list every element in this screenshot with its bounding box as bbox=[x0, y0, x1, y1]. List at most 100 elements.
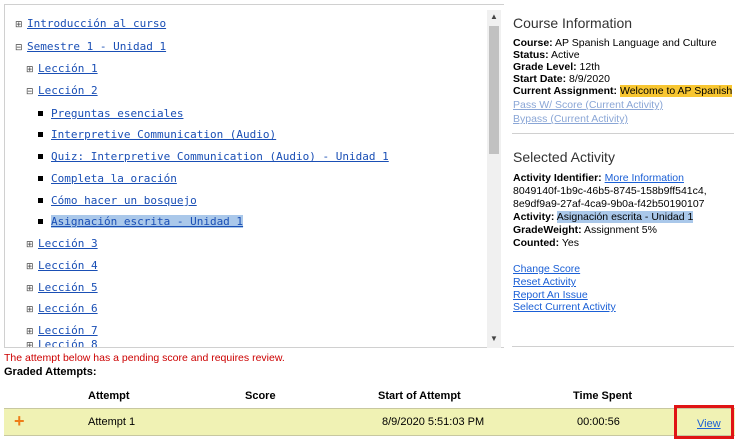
activity-label: Activity: bbox=[513, 211, 555, 223]
header-start-of-attempt: Start of Attempt bbox=[378, 390, 461, 402]
counted-label: Counted: bbox=[513, 237, 560, 249]
tree-item-bosquejo: Cómo hacer un bosquejo bbox=[38, 194, 197, 207]
grade-weight-line: GradeWeight: Assignment 5% bbox=[513, 224, 657, 236]
start-date-line: Start Date: 8/9/2020 bbox=[513, 73, 610, 85]
tree-link-leccion-3[interactable]: Lección 3 bbox=[38, 237, 98, 250]
bullet-icon bbox=[38, 111, 43, 116]
course-value: AP Spanish Language and Culture bbox=[555, 37, 717, 49]
tree-item-intro: ⊞ Introducción al curso bbox=[15, 17, 166, 30]
tree-link-leccion-5[interactable]: Lección 5 bbox=[38, 281, 98, 294]
current-assignment-line: Current Assignment: Welcome to AP Spanis… bbox=[513, 85, 733, 97]
course-line: Course: AP Spanish Language and Culture bbox=[513, 37, 717, 49]
bullet-icon bbox=[38, 198, 43, 203]
tree-link-interpretive[interactable]: Interpretive Communication (Audio) bbox=[51, 128, 276, 141]
tree-item-leccion-4: ⊞ Lección 4 bbox=[26, 259, 98, 272]
counted-value: Yes bbox=[561, 237, 579, 249]
selected-activity-title: Selected Activity bbox=[513, 149, 615, 165]
header-time-spent: Time Spent bbox=[573, 390, 633, 402]
attempt-name: Attempt 1 bbox=[88, 416, 136, 428]
minus-square-icon[interactable]: ⊟ bbox=[15, 44, 23, 53]
plus-square-icon[interactable]: ⊞ bbox=[15, 21, 23, 30]
bypass-link[interactable]: Bypass (Current Activity) bbox=[513, 113, 628, 125]
tree-link-bosquejo[interactable]: Cómo hacer un bosquejo bbox=[51, 194, 197, 207]
plus-square-icon[interactable]: ⊞ bbox=[26, 66, 34, 75]
select-current-activity-link[interactable]: Select Current Activity bbox=[513, 301, 616, 313]
tree-link-leccion-4[interactable]: Lección 4 bbox=[38, 259, 98, 272]
change-score-link[interactable]: Change Score bbox=[513, 263, 580, 275]
chevron-down-icon[interactable]: ▼ bbox=[487, 332, 501, 346]
counted-line: Counted: Yes bbox=[513, 237, 579, 249]
status-label: Status: bbox=[513, 49, 549, 61]
reset-activity-link[interactable]: Reset Activity bbox=[513, 276, 576, 288]
plus-square-icon[interactable]: ⊞ bbox=[26, 241, 34, 250]
tree-item-interpretive: Interpretive Communication (Audio) bbox=[38, 128, 276, 141]
tree-item-preguntas: Preguntas esenciales bbox=[38, 107, 183, 120]
tree-link-semestre-1[interactable]: Semestre 1 - Unidad 1 bbox=[27, 40, 166, 53]
view-attempt-link[interactable]: View bbox=[697, 418, 721, 430]
tree-item-leccion-5: ⊞ Lección 5 bbox=[26, 281, 98, 294]
header-score: Score bbox=[245, 390, 276, 402]
tree-link-quiz[interactable]: Quiz: Interpretive Communication (Audio)… bbox=[51, 150, 389, 163]
bullet-icon bbox=[38, 154, 43, 159]
grade-label: Grade Level: bbox=[513, 61, 577, 73]
grade-weight-label: GradeWeight: bbox=[513, 224, 582, 236]
attempt-start: 8/9/2020 5:51:03 PM bbox=[382, 416, 485, 428]
chevron-up-icon[interactable]: ▲ bbox=[487, 10, 501, 24]
tree-link-preguntas[interactable]: Preguntas esenciales bbox=[51, 107, 183, 120]
course-tree-panel: ⊞ Introducción al curso ⊟ Semestre 1 - Uni… bbox=[4, 4, 504, 348]
attempt-time-spent: 00:00:56 bbox=[577, 416, 620, 428]
tree-item-leccion-7: ⊞ Lección 7 bbox=[26, 324, 98, 337]
current-assignment-value: Welcome to AP Spanish bbox=[619, 85, 733, 97]
tree-item-leccion-2: ⊟ Lección 2 bbox=[26, 84, 98, 97]
grade-line: Grade Level: 12th bbox=[513, 61, 600, 73]
grade-weight-value: Assignment 5% bbox=[584, 224, 657, 236]
activity-identifier-label: Activity Identifier: bbox=[513, 172, 602, 184]
tree-item-asignacion: Asignación escrita - Unidad 1 bbox=[38, 215, 244, 228]
start-date-label: Start Date: bbox=[513, 73, 567, 85]
tree-item-leccion-8: ⊞ Lección 8 bbox=[26, 338, 98, 348]
tree-item-completa: Completa la oración bbox=[38, 172, 177, 185]
tree-link-leccion-7[interactable]: Lección 7 bbox=[38, 324, 98, 337]
course-info-title: Course Information bbox=[513, 15, 633, 31]
tree-link-leccion-6[interactable]: Lección 6 bbox=[38, 302, 98, 315]
plus-square-icon[interactable]: ⊞ bbox=[26, 342, 34, 348]
tree-scrollbar[interactable]: ▲ ▼ bbox=[487, 10, 501, 348]
tree-item-leccion-3: ⊞ Lección 3 bbox=[26, 237, 98, 250]
tree-item-quiz: Quiz: Interpretive Communication (Audio)… bbox=[38, 150, 389, 163]
activity-value: Asignación escrita - Unidad 1 bbox=[556, 211, 694, 223]
plus-square-icon[interactable]: ⊞ bbox=[26, 306, 34, 315]
tree-link-leccion-2[interactable]: Lección 2 bbox=[38, 84, 98, 97]
tree-item-leccion-1: ⊞ Lección 1 bbox=[26, 62, 98, 75]
tree-link-leccion-8[interactable]: Lección 8 bbox=[38, 338, 98, 347]
pending-score-message: The attempt below has a pending score an… bbox=[4, 352, 285, 364]
plus-square-icon[interactable]: ⊞ bbox=[26, 263, 34, 272]
tree-link-leccion-1[interactable]: Lección 1 bbox=[38, 62, 98, 75]
header-attempt: Attempt bbox=[88, 390, 130, 402]
report-issue-link[interactable]: Report An Issue bbox=[513, 289, 588, 301]
bullet-icon bbox=[38, 132, 43, 137]
tree-item-semestre-1: ⊟ Semestre 1 - Unidad 1 bbox=[15, 40, 166, 53]
activity-identifier-line: Activity Identifier: More Information bbox=[513, 172, 684, 184]
plus-square-icon[interactable]: ⊞ bbox=[26, 285, 34, 294]
more-information-link[interactable]: More Information bbox=[605, 172, 684, 184]
tree-link-intro[interactable]: Introducción al curso bbox=[27, 17, 166, 30]
identifier-value-1: 8049140f-1b9c-46b5-8745-158b9ff541c4, bbox=[513, 185, 707, 197]
start-date-value: 8/9/2020 bbox=[569, 73, 610, 85]
scrollbar-thumb[interactable] bbox=[489, 26, 499, 154]
plus-square-icon[interactable]: ⊞ bbox=[26, 328, 34, 337]
activity-line: Activity: Asignación escrita - Unidad 1 bbox=[513, 211, 694, 223]
minus-square-icon[interactable]: ⊟ bbox=[26, 88, 34, 97]
pass-with-score-link[interactable]: Pass W/ Score (Current Activity) bbox=[513, 99, 663, 111]
status-value: Active bbox=[550, 49, 580, 61]
panel-bottom-divider bbox=[512, 346, 734, 347]
plus-icon[interactable]: + bbox=[14, 412, 25, 430]
tree-item-leccion-6: ⊞ Lección 6 bbox=[26, 302, 98, 315]
course-label: Course: bbox=[513, 37, 553, 49]
bullet-icon bbox=[38, 219, 43, 224]
identifier-value-2: 8e9df9a9-27af-4ca9-9b0a-f42b50190107 bbox=[513, 198, 705, 210]
info-panel: Course Information Course: AP Spanish La… bbox=[508, 4, 734, 348]
graded-attempts-title: Graded Attempts: bbox=[4, 366, 97, 378]
attempt-row: + Attempt 1 8/9/2020 5:51:03 PM 00:00:56 bbox=[4, 408, 735, 436]
tree-link-asignacion-selected[interactable]: Asignación escrita - Unidad 1 bbox=[51, 215, 244, 228]
tree-link-completa[interactable]: Completa la oración bbox=[51, 172, 177, 185]
